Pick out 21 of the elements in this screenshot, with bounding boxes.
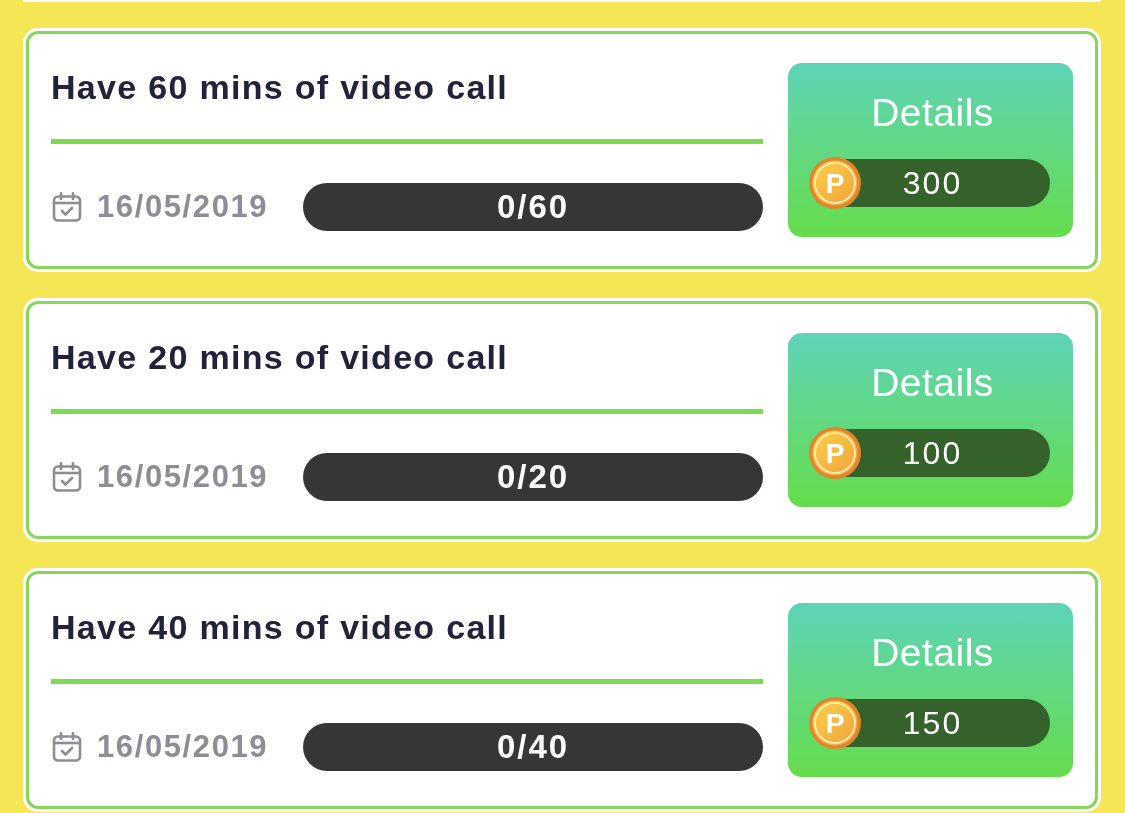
calendar-icon — [52, 462, 82, 492]
points-value: 100 — [902, 434, 963, 473]
progress-counter: 0/40 — [303, 723, 763, 771]
task-title: Have 20 mins of video call — [51, 337, 510, 377]
progress-counter: 0/20 — [303, 453, 763, 501]
points-value: 300 — [902, 164, 963, 203]
points-value: 150 — [902, 704, 963, 743]
task-date: 16/05/2019 — [97, 729, 269, 765]
coin-icon: P — [808, 696, 862, 750]
task-title: Have 40 mins of video call — [51, 607, 510, 647]
coin-icon: P — [808, 426, 862, 480]
details-button[interactable]: Details P 150 — [788, 603, 1073, 777]
calendar-icon — [52, 192, 82, 222]
task-date: 16/05/2019 — [97, 189, 269, 225]
progress-counter: 0/60 — [303, 183, 763, 231]
details-button[interactable]: Details P 300 — [788, 63, 1073, 237]
calendar-icon — [52, 732, 82, 762]
task-date: 16/05/2019 — [97, 459, 269, 495]
coin-icon: P — [808, 156, 862, 210]
task-title: Have 60 mins of video call — [51, 67, 510, 107]
details-button[interactable]: Details P 100 — [788, 333, 1073, 507]
